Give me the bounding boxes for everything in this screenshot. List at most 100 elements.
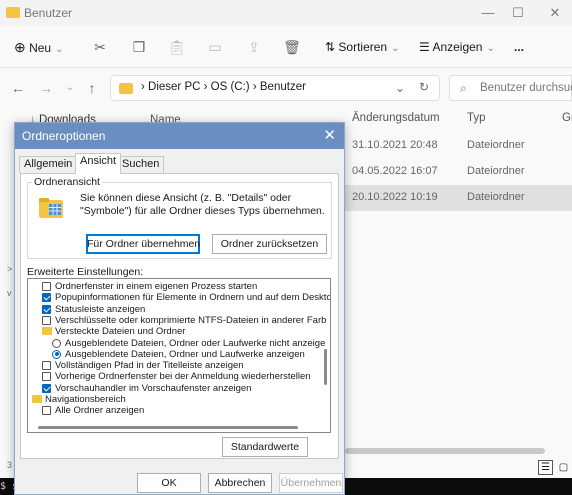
sort-button[interactable]: ⇅ Sortieren ⌄ — [325, 37, 400, 57]
tiles-view-icon[interactable]: ▢ — [556, 460, 571, 475]
share-icon[interactable]: ⇪ — [245, 38, 263, 56]
settings-item-label: Ausgeblendete Dateien, Ordner oder Laufw… — [65, 337, 326, 349]
reset-folders-button[interactable]: Ordner zurücksetzen — [212, 234, 327, 254]
horizontal-scrollbar[interactable] — [345, 448, 545, 454]
checkbox[interactable] — [42, 361, 51, 371]
tab-view[interactable]: Ansicht — [75, 153, 122, 174]
chevron-down-icon: ⌄ — [391, 43, 400, 54]
table-row[interactable]: 20.10.2022 10:19 Dateiordner — [345, 185, 572, 211]
column-header-size[interactable]: Gr — [562, 112, 572, 124]
expand-chevron-icon[interactable]: v — [7, 288, 12, 298]
expand-chevron-icon[interactable]: > — [7, 264, 12, 274]
row-modified: 20.10.2022 10:19 — [352, 191, 438, 203]
new-button-label: Neu — [29, 41, 52, 55]
dialog-title: Ordneroptionen — [22, 129, 106, 143]
folder-view-legend: Ordneransicht — [32, 176, 102, 188]
chevron-down-icon: ⌄ — [55, 44, 64, 55]
folder-view-icon — [39, 198, 63, 218]
folder-icon — [32, 395, 42, 403]
plus-circle-icon: ⊕ — [14, 39, 26, 55]
checkbox[interactable] — [42, 304, 51, 314]
settings-item-label: Alle Ordner anzeigen — [55, 405, 145, 417]
search-placeholder: Benutzer durchsuc... — [480, 82, 572, 94]
cancel-button[interactable]: Abbrechen — [208, 473, 272, 493]
nav-count: 3 — [7, 460, 13, 470]
details-view-icon[interactable]: ☰ — [538, 460, 553, 475]
sort-icon: ⇅ — [325, 40, 336, 54]
apply-to-folders-button[interactable]: Für Ordner übernehmen — [86, 234, 200, 254]
radio-button[interactable] — [52, 338, 61, 348]
refresh-icon[interactable]: ↻ — [419, 80, 429, 94]
breadcrumb-item[interactable]: Dieser PC — [148, 81, 200, 93]
chevron-down-icon: ⌄ — [486, 43, 495, 54]
row-type: Dateiordner — [467, 191, 525, 203]
row-modified: 04.05.2022 16:07 — [352, 165, 438, 177]
recent-chevron-icon[interactable]: ⌄ — [62, 80, 78, 96]
tab-search[interactable]: Suchen — [117, 156, 165, 173]
table-row[interactable]: 31.10.2021 20:48 Dateiordner — [345, 133, 572, 159]
checkbox[interactable] — [42, 372, 51, 382]
more-options-button[interactable]: ... — [514, 37, 524, 57]
search-input[interactable]: ⌕ Benutzer durchsuc... — [449, 75, 572, 101]
row-type: Dateiordner — [467, 139, 525, 151]
copy-icon[interactable]: ❐ — [130, 38, 148, 56]
folder-icon — [119, 83, 133, 94]
settings-item-label: Statusleiste anzeigen — [55, 303, 146, 315]
delete-icon[interactable]: 🗑︎ — [283, 38, 301, 56]
folder-options-dialog: Ordneroptionen ✕ Allgemein Ansicht Suche… — [14, 122, 345, 495]
ok-button[interactable]: OK — [137, 473, 201, 493]
dialog-body: Allgemein Ansicht Suchen Ordneransicht S… — [15, 149, 344, 494]
horizontal-scrollbar[interactable] — [38, 426, 298, 429]
sort-button-label: Sortieren — [338, 40, 388, 54]
vertical-scrollbar[interactable] — [324, 349, 327, 385]
advanced-settings-list[interactable]: Ordnerfenster in einem eigenen Prozess s… — [27, 278, 331, 433]
maximize-button[interactable]: ☐ — [503, 4, 533, 22]
checkbox[interactable] — [42, 315, 51, 325]
apply-button[interactable]: Übernehmen — [279, 473, 343, 493]
close-icon[interactable]: ✕ — [323, 126, 336, 144]
settings-item-label: Vollständigen Pfad in der Titelleiste an… — [55, 360, 244, 372]
cut-icon[interactable]: ✂ — [91, 38, 109, 56]
window-title: Benutzer — [24, 6, 73, 20]
rename-icon[interactable]: ▭ — [206, 38, 224, 56]
forward-arrow-icon[interactable]: → — [38, 80, 54, 96]
back-arrow-icon[interactable]: ← — [10, 80, 26, 96]
settings-item-label: Ordnerfenster in einem eigenen Prozess s… — [55, 281, 258, 292]
settings-item-label: Popupinformationen für Elemente in Ordne… — [55, 292, 331, 304]
paste-icon[interactable]: 📋︎ — [168, 38, 186, 56]
up-arrow-icon[interactable]: ↑ — [84, 80, 100, 96]
breadcrumb-item[interactable]: Benutzer — [260, 81, 306, 93]
table-row[interactable]: 04.05.2022 16:07 Dateiordner — [345, 159, 572, 185]
checkbox[interactable] — [42, 293, 51, 303]
search-icon: ⌕ — [460, 81, 467, 95]
new-button[interactable]: ⊕ Neu ⌄ — [14, 37, 63, 57]
settings-item-label: Verschlüsselte oder komprimierte NTFS-Da… — [55, 314, 327, 326]
column-header-modified[interactable]: Änderungsdatum — [352, 112, 440, 124]
folder-icon — [6, 7, 20, 18]
restore-defaults-button[interactable]: Standardwerte — [222, 437, 308, 457]
tab-general[interactable]: Allgemein — [19, 156, 78, 173]
checkbox[interactable] — [42, 406, 51, 416]
folder-icon — [42, 327, 52, 336]
address-bar[interactable]: › Dieser PC › OS (C:) › Benutzer ⌄ ↻ — [110, 75, 440, 101]
close-window-button[interactable]: ✕ — [540, 4, 570, 22]
folder-view-group: Ordneransicht Sie können diese Ansicht (… — [27, 176, 332, 259]
checkbox[interactable] — [42, 282, 51, 291]
row-modified: 31.10.2021 20:48 — [352, 139, 438, 151]
view-button-label: Anzeigen — [432, 40, 483, 54]
chevron-down-icon[interactable]: ⌄ — [395, 81, 405, 95]
view-toggle: ☰ ▢ — [538, 460, 572, 476]
breadcrumb-item[interactable]: OS (C:) — [211, 81, 250, 93]
view-tab-panel: Ordneransicht Sie können diese Ansicht (… — [20, 173, 339, 459]
checkbox[interactable] — [42, 383, 51, 393]
folder-view-description: Sie können diese Ansicht (z. B. "Details… — [80, 192, 325, 217]
settings-item-label: Versteckte Dateien und Ordner — [55, 326, 186, 338]
column-header-type[interactable]: Typ — [467, 112, 486, 124]
radio-button[interactable] — [52, 349, 61, 359]
row-type: Dateiordner — [467, 165, 525, 177]
settings-item-label: Navigationsbereich — [45, 394, 126, 405]
view-list-icon: ☰ — [419, 40, 430, 54]
advanced-settings-label: Erweiterte Einstellungen: — [27, 266, 144, 278]
minimize-button[interactable]: — — [473, 4, 503, 22]
view-button[interactable]: ☰ Anzeigen ⌄ — [419, 37, 495, 57]
